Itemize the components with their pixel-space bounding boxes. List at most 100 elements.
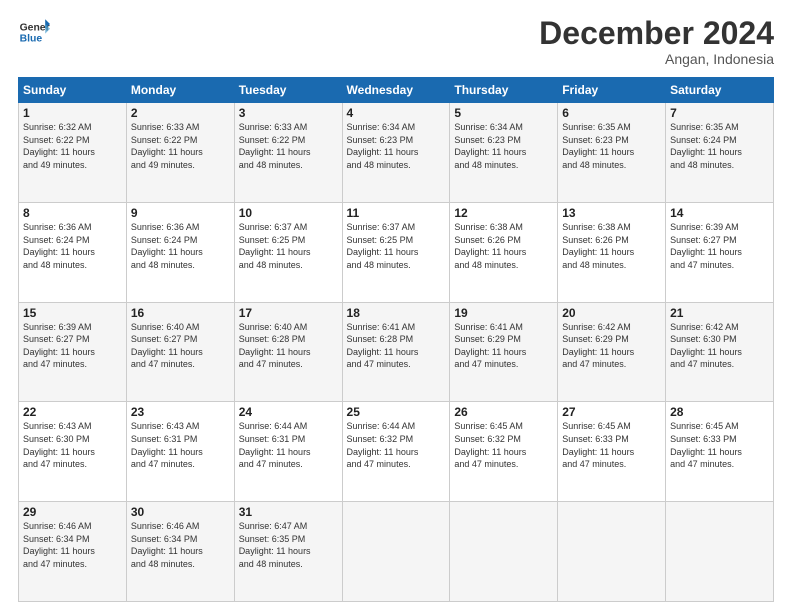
day-info: Sunrise: 6:43 AM Sunset: 6:31 PM Dayligh… (131, 420, 230, 470)
day-info: Sunrise: 6:46 AM Sunset: 6:34 PM Dayligh… (23, 520, 122, 570)
day-info: Sunrise: 6:45 AM Sunset: 6:32 PM Dayligh… (454, 420, 553, 470)
calendar-cell: 8Sunrise: 6:36 AM Sunset: 6:24 PM Daylig… (19, 202, 127, 302)
day-info: Sunrise: 6:36 AM Sunset: 6:24 PM Dayligh… (131, 221, 230, 271)
calendar-cell: 27Sunrise: 6:45 AM Sunset: 6:33 PM Dayli… (558, 402, 666, 502)
calendar-cell: 23Sunrise: 6:43 AM Sunset: 6:31 PM Dayli… (126, 402, 234, 502)
calendar-cell: 10Sunrise: 6:37 AM Sunset: 6:25 PM Dayli… (234, 202, 342, 302)
day-info: Sunrise: 6:37 AM Sunset: 6:25 PM Dayligh… (347, 221, 446, 271)
day-info: Sunrise: 6:38 AM Sunset: 6:26 PM Dayligh… (562, 221, 661, 271)
day-number: 5 (454, 106, 553, 120)
day-number: 13 (562, 206, 661, 220)
day-info: Sunrise: 6:35 AM Sunset: 6:24 PM Dayligh… (670, 121, 769, 171)
day-info: Sunrise: 6:44 AM Sunset: 6:31 PM Dayligh… (239, 420, 338, 470)
day-number: 31 (239, 505, 338, 519)
day-number: 4 (347, 106, 446, 120)
day-number: 17 (239, 306, 338, 320)
calendar-week-row: 15Sunrise: 6:39 AM Sunset: 6:27 PM Dayli… (19, 302, 774, 402)
day-info: Sunrise: 6:35 AM Sunset: 6:23 PM Dayligh… (562, 121, 661, 171)
day-number: 11 (347, 206, 446, 220)
day-number: 7 (670, 106, 769, 120)
day-number: 2 (131, 106, 230, 120)
day-number: 9 (131, 206, 230, 220)
calendar-cell (666, 502, 774, 602)
weekday-header: Saturday (666, 78, 774, 103)
svg-text:Blue: Blue (20, 34, 43, 45)
day-number: 22 (23, 405, 122, 419)
day-info: Sunrise: 6:47 AM Sunset: 6:35 PM Dayligh… (239, 520, 338, 570)
day-info: Sunrise: 6:41 AM Sunset: 6:29 PM Dayligh… (454, 321, 553, 371)
day-number: 23 (131, 405, 230, 419)
calendar-cell: 12Sunrise: 6:38 AM Sunset: 6:26 PM Dayli… (450, 202, 558, 302)
day-info: Sunrise: 6:40 AM Sunset: 6:28 PM Dayligh… (239, 321, 338, 371)
day-number: 18 (347, 306, 446, 320)
logo-icon: General Blue (18, 16, 50, 48)
day-info: Sunrise: 6:33 AM Sunset: 6:22 PM Dayligh… (239, 121, 338, 171)
calendar-cell: 5Sunrise: 6:34 AM Sunset: 6:23 PM Daylig… (450, 103, 558, 203)
calendar-cell: 24Sunrise: 6:44 AM Sunset: 6:31 PM Dayli… (234, 402, 342, 502)
day-number: 25 (347, 405, 446, 419)
calendar-cell (450, 502, 558, 602)
calendar-cell: 28Sunrise: 6:45 AM Sunset: 6:33 PM Dayli… (666, 402, 774, 502)
day-info: Sunrise: 6:44 AM Sunset: 6:32 PM Dayligh… (347, 420, 446, 470)
weekday-header: Wednesday (342, 78, 450, 103)
calendar-cell: 3Sunrise: 6:33 AM Sunset: 6:22 PM Daylig… (234, 103, 342, 203)
day-info: Sunrise: 6:42 AM Sunset: 6:30 PM Dayligh… (670, 321, 769, 371)
calendar-cell: 13Sunrise: 6:38 AM Sunset: 6:26 PM Dayli… (558, 202, 666, 302)
calendar-cell: 19Sunrise: 6:41 AM Sunset: 6:29 PM Dayli… (450, 302, 558, 402)
day-number: 27 (562, 405, 661, 419)
month-title: December 2024 (539, 16, 774, 51)
calendar-cell: 7Sunrise: 6:35 AM Sunset: 6:24 PM Daylig… (666, 103, 774, 203)
day-info: Sunrise: 6:34 AM Sunset: 6:23 PM Dayligh… (347, 121, 446, 171)
day-number: 6 (562, 106, 661, 120)
calendar-cell: 26Sunrise: 6:45 AM Sunset: 6:32 PM Dayli… (450, 402, 558, 502)
day-number: 24 (239, 405, 338, 419)
calendar-cell: 17Sunrise: 6:40 AM Sunset: 6:28 PM Dayli… (234, 302, 342, 402)
calendar-week-row: 8Sunrise: 6:36 AM Sunset: 6:24 PM Daylig… (19, 202, 774, 302)
calendar-cell: 15Sunrise: 6:39 AM Sunset: 6:27 PM Dayli… (19, 302, 127, 402)
day-number: 28 (670, 405, 769, 419)
day-number: 1 (23, 106, 122, 120)
day-info: Sunrise: 6:43 AM Sunset: 6:30 PM Dayligh… (23, 420, 122, 470)
day-number: 3 (239, 106, 338, 120)
calendar-cell: 20Sunrise: 6:42 AM Sunset: 6:29 PM Dayli… (558, 302, 666, 402)
day-info: Sunrise: 6:32 AM Sunset: 6:22 PM Dayligh… (23, 121, 122, 171)
calendar-cell: 1Sunrise: 6:32 AM Sunset: 6:22 PM Daylig… (19, 103, 127, 203)
day-number: 14 (670, 206, 769, 220)
calendar-cell: 18Sunrise: 6:41 AM Sunset: 6:28 PM Dayli… (342, 302, 450, 402)
day-number: 26 (454, 405, 553, 419)
day-info: Sunrise: 6:46 AM Sunset: 6:34 PM Dayligh… (131, 520, 230, 570)
day-info: Sunrise: 6:33 AM Sunset: 6:22 PM Dayligh… (131, 121, 230, 171)
calendar-cell: 16Sunrise: 6:40 AM Sunset: 6:27 PM Dayli… (126, 302, 234, 402)
calendar-week-row: 22Sunrise: 6:43 AM Sunset: 6:30 PM Dayli… (19, 402, 774, 502)
calendar-cell (558, 502, 666, 602)
day-number: 16 (131, 306, 230, 320)
day-number: 30 (131, 505, 230, 519)
calendar-cell: 6Sunrise: 6:35 AM Sunset: 6:23 PM Daylig… (558, 103, 666, 203)
calendar-cell: 9Sunrise: 6:36 AM Sunset: 6:24 PM Daylig… (126, 202, 234, 302)
day-info: Sunrise: 6:37 AM Sunset: 6:25 PM Dayligh… (239, 221, 338, 271)
day-info: Sunrise: 6:42 AM Sunset: 6:29 PM Dayligh… (562, 321, 661, 371)
day-info: Sunrise: 6:38 AM Sunset: 6:26 PM Dayligh… (454, 221, 553, 271)
day-info: Sunrise: 6:39 AM Sunset: 6:27 PM Dayligh… (670, 221, 769, 271)
calendar-cell: 30Sunrise: 6:46 AM Sunset: 6:34 PM Dayli… (126, 502, 234, 602)
calendar-cell: 31Sunrise: 6:47 AM Sunset: 6:35 PM Dayli… (234, 502, 342, 602)
day-number: 21 (670, 306, 769, 320)
day-info: Sunrise: 6:39 AM Sunset: 6:27 PM Dayligh… (23, 321, 122, 371)
day-info: Sunrise: 6:45 AM Sunset: 6:33 PM Dayligh… (562, 420, 661, 470)
calendar-table: SundayMondayTuesdayWednesdayThursdayFrid… (18, 77, 774, 602)
day-number: 12 (454, 206, 553, 220)
day-number: 15 (23, 306, 122, 320)
day-info: Sunrise: 6:36 AM Sunset: 6:24 PM Dayligh… (23, 221, 122, 271)
page: General Blue December 2024 Angan, Indone… (0, 0, 792, 612)
day-number: 20 (562, 306, 661, 320)
day-number: 19 (454, 306, 553, 320)
calendar-cell: 29Sunrise: 6:46 AM Sunset: 6:34 PM Dayli… (19, 502, 127, 602)
calendar-cell: 21Sunrise: 6:42 AM Sunset: 6:30 PM Dayli… (666, 302, 774, 402)
calendar-cell: 4Sunrise: 6:34 AM Sunset: 6:23 PM Daylig… (342, 103, 450, 203)
calendar-cell: 2Sunrise: 6:33 AM Sunset: 6:22 PM Daylig… (126, 103, 234, 203)
weekday-header: Thursday (450, 78, 558, 103)
location-subtitle: Angan, Indonesia (539, 51, 774, 67)
day-info: Sunrise: 6:34 AM Sunset: 6:23 PM Dayligh… (454, 121, 553, 171)
weekday-header: Friday (558, 78, 666, 103)
day-number: 29 (23, 505, 122, 519)
